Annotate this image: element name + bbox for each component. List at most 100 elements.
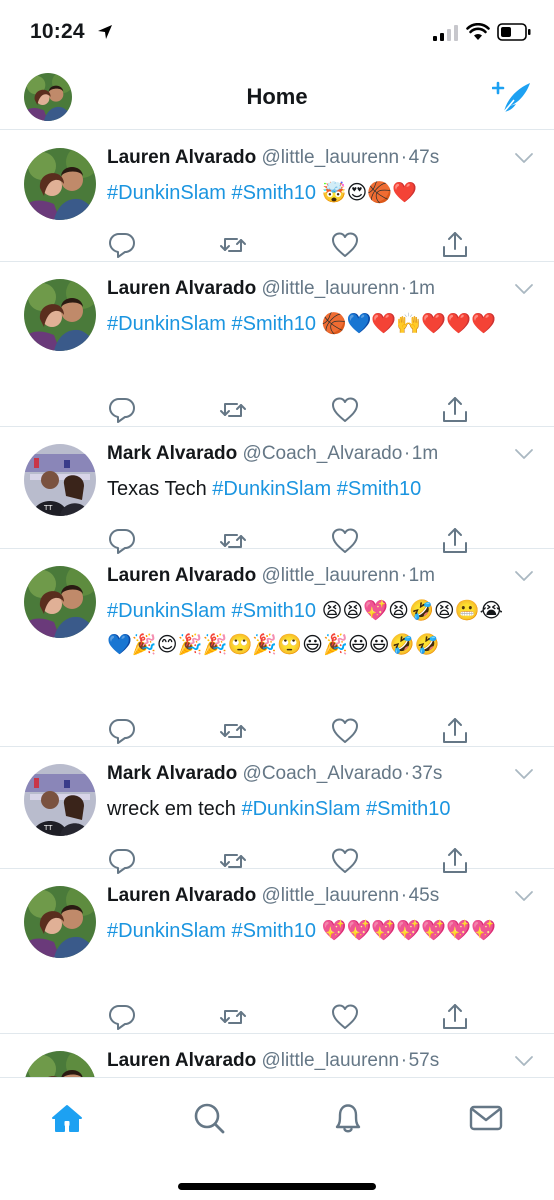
tweet-timestamp: 45s (408, 885, 440, 906)
avatar[interactable] (24, 566, 96, 638)
tweet-text: #DunkinSlam #Smith10 🤯😍🏀❤️ (107, 176, 527, 210)
chevron-down-icon[interactable] (514, 569, 534, 583)
like-button[interactable] (330, 230, 360, 260)
hashtag-link[interactable]: #DunkinSlam (107, 313, 226, 335)
author-handle[interactable]: @Coach_Alvarado (243, 443, 403, 464)
location-arrow-icon (98, 25, 112, 39)
avatar[interactable] (24, 148, 96, 220)
tweet[interactable]: Lauren Alvarado @little_lauurenn · 1m #Du… (0, 549, 554, 747)
author-name[interactable]: Mark Alvarado (107, 763, 237, 784)
like-button[interactable] (330, 1002, 360, 1032)
author-name[interactable]: Mark Alvarado (107, 443, 237, 464)
tweet-header: Lauren Alvarado @little_lauurenn · 1m (107, 276, 435, 302)
tweet-timestamp: 1m (408, 278, 436, 299)
tweet[interactable]: Lauren Alvarado @little_lauurenn · 45s #D… (0, 869, 554, 1034)
share-button[interactable] (440, 395, 470, 425)
hashtag-link[interactable]: #DunkinSlam (107, 182, 226, 204)
nav-bar: Home (0, 64, 554, 130)
author-handle[interactable]: @little_lauurenn (262, 147, 400, 168)
share-button[interactable] (440, 230, 470, 260)
tweet-text-segment: wreck em tech (107, 798, 242, 820)
hashtag-link[interactable]: #DunkinSlam (241, 798, 360, 820)
tweet-timestamp: 47s (408, 147, 440, 168)
timeline-feed[interactable]: Lauren Alvarado @little_lauurenn · 47s #D… (0, 131, 554, 1077)
tab-notifications[interactable] (328, 1098, 368, 1138)
tab-messages[interactable] (466, 1098, 506, 1138)
battery-icon (497, 23, 531, 41)
hashtag-link[interactable]: #DunkinSlam (212, 478, 331, 500)
author-name[interactable]: Lauren Alvarado (107, 885, 256, 906)
avatar[interactable] (24, 1051, 96, 1077)
hashtag-link[interactable]: #Smith10 (232, 600, 317, 622)
avatar[interactable] (24, 886, 96, 958)
tweet[interactable]: TT Mark Alvarado @Coach_Alvarado · 1m Texa… (0, 427, 554, 554)
retweet-button[interactable] (218, 230, 248, 260)
tweet-header: Lauren Alvarado @little_lauurenn · 57s (107, 1048, 439, 1074)
author-handle[interactable]: @little_lauurenn (262, 278, 400, 299)
tweet-header: Mark Alvarado @Coach_Alvarado · 1m (107, 441, 438, 467)
tweet[interactable]: Lauren Alvarado @little_lauurenn · 57s (0, 1034, 554, 1077)
author-name[interactable]: Lauren Alvarado (107, 565, 256, 586)
tweet-text: #DunkinSlam #Smith10 💖💖💖💖💖💖💖 (107, 914, 527, 948)
chevron-down-icon[interactable] (514, 767, 534, 781)
retweet-button[interactable] (218, 395, 248, 425)
home-indicator (178, 1183, 376, 1190)
tab-home[interactable] (47, 1098, 87, 1138)
author-name[interactable]: Lauren Alvarado (107, 1050, 256, 1071)
hashtag-link[interactable]: #Smith10 (232, 182, 317, 204)
reply-button[interactable] (107, 1002, 137, 1032)
chevron-down-icon[interactable] (514, 889, 534, 903)
bell-icon (335, 1104, 361, 1133)
hashtag-link[interactable]: #Smith10 (366, 798, 451, 820)
chevron-down-icon[interactable] (514, 447, 534, 461)
separator-dot: · (399, 147, 409, 168)
reply-button[interactable] (107, 395, 137, 425)
tweet[interactable]: Lauren Alvarado @little_lauurenn · 47s #D… (0, 131, 554, 262)
author-name[interactable]: Lauren Alvarado (107, 147, 256, 168)
share-button[interactable] (440, 716, 470, 746)
tweet-text-segment: 🏀💙❤️🙌❤️❤️❤️ (316, 313, 496, 335)
hashtag-link[interactable]: #DunkinSlam (107, 600, 226, 622)
search-icon (194, 1103, 225, 1134)
share-button[interactable] (440, 1002, 470, 1032)
reply-button[interactable] (107, 230, 137, 260)
chevron-down-icon[interactable] (514, 1054, 534, 1068)
hashtag-link[interactable]: #DunkinSlam (107, 920, 226, 942)
compose-tweet-icon[interactable] (492, 80, 532, 116)
tweet-header: Lauren Alvarado @little_lauurenn · 1m (107, 563, 435, 589)
avatar[interactable] (24, 279, 96, 351)
like-button[interactable] (330, 395, 360, 425)
hashtag-link[interactable]: #Smith10 (337, 478, 422, 500)
status-time: 10:24 (30, 20, 85, 43)
tweet-text: #DunkinSlam #Smith10 🏀💙❤️🙌❤️❤️❤️ (107, 307, 527, 341)
wifi-icon (466, 23, 490, 40)
tweet-timestamp: 1m (408, 565, 436, 586)
cellular-signal-icon (433, 25, 458, 41)
separator-dot: · (399, 565, 409, 586)
like-button[interactable] (330, 716, 360, 746)
author-handle[interactable]: @little_lauurenn (262, 885, 400, 906)
author-handle[interactable]: @little_lauurenn (262, 1050, 400, 1071)
retweet-button[interactable] (218, 716, 248, 746)
tab-search[interactable] (189, 1098, 229, 1138)
tweet-text: wreck em tech #DunkinSlam #Smith10 (107, 792, 527, 826)
reply-button[interactable] (107, 716, 137, 746)
chevron-down-icon[interactable] (514, 282, 534, 296)
hashtag-link[interactable]: #Smith10 (232, 920, 317, 942)
retweet-button[interactable] (218, 1002, 248, 1032)
chevron-down-icon[interactable] (514, 151, 534, 165)
tweet[interactable]: TT Mark Alvarado @Coach_Alvarado · 37s wre… (0, 747, 554, 874)
status-bar: 10:24 (0, 0, 554, 64)
hashtag-link[interactable]: #Smith10 (232, 313, 317, 335)
avatar[interactable]: TT (24, 444, 96, 516)
tweet-timestamp: 1m (411, 443, 439, 464)
svg-text:TT: TT (43, 504, 53, 512)
avatar[interactable]: TT (24, 764, 96, 836)
author-handle[interactable]: @Coach_Alvarado (243, 763, 403, 784)
tweet-header: Lauren Alvarado @little_lauurenn · 45s (107, 883, 439, 909)
author-name[interactable]: Lauren Alvarado (107, 278, 256, 299)
tweet-text: Texas Tech #DunkinSlam #Smith10 (107, 472, 527, 506)
separator-dot: · (402, 443, 412, 464)
author-handle[interactable]: @little_lauurenn (262, 565, 400, 586)
tweet[interactable]: Lauren Alvarado @little_lauurenn · 1m #Du… (0, 262, 554, 427)
